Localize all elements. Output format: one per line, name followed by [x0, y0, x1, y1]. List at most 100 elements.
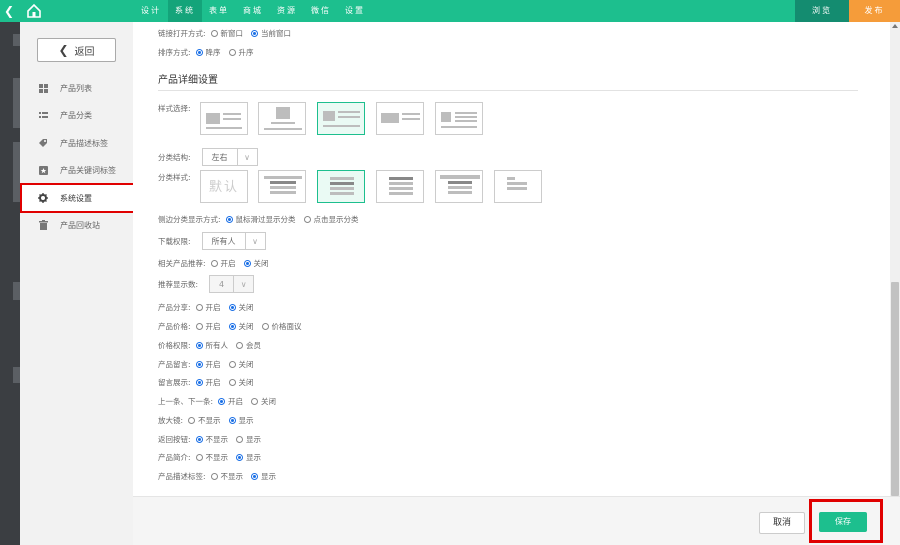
option-on[interactable]: 开启 [210, 258, 236, 269]
cancel-button[interactable]: 取消 [759, 512, 805, 534]
radio[interactable] [195, 322, 203, 330]
radio[interactable] [188, 416, 196, 424]
nav-wechat[interactable]: 微信 [304, 0, 338, 22]
option-negotiable[interactable]: 价格面议 [261, 321, 302, 332]
radio[interactable] [195, 303, 203, 311]
option-on[interactable]: 开启 [195, 321, 221, 332]
radio-checked[interactable] [195, 341, 203, 349]
option-off[interactable]: 关闭 [228, 359, 254, 370]
radio[interactable] [210, 259, 218, 267]
radio-checked[interactable] [195, 435, 203, 443]
option-off[interactable]: 关闭 [228, 377, 254, 388]
option-click[interactable]: 点击显示分类 [303, 214, 359, 225]
download-permission-select[interactable]: 所有人 ∨ [201, 232, 266, 250]
sort-row: 排序方式: 降序 升序 [158, 47, 254, 58]
style-thumb-4[interactable] [376, 102, 424, 135]
option-show[interactable]: 显示 [228, 415, 254, 426]
option-show[interactable]: 显示 [236, 452, 261, 463]
option-on[interactable]: 开启 [195, 359, 221, 370]
tag-icon [38, 138, 48, 148]
option-hide[interactable]: 不显示 [195, 452, 228, 463]
category-style-5[interactable] [435, 170, 483, 203]
option-hide[interactable]: 不显示 [188, 415, 221, 426]
radio-checked[interactable] [195, 360, 203, 368]
sidebar-item-recycle-bin[interactable]: 产品回收站 [20, 214, 133, 236]
option-off[interactable]: 关闭 [228, 321, 254, 332]
scrollbar[interactable] [890, 22, 900, 496]
nav-form[interactable]: 表单 [202, 0, 236, 22]
radio-checked[interactable] [236, 453, 244, 461]
radio[interactable] [236, 341, 244, 349]
option-hide[interactable]: 不显示 [195, 434, 228, 445]
chevron-down-icon: ∨ [236, 149, 257, 165]
back-arrow-icon[interactable]: ❮ [4, 3, 16, 19]
sidebar-item-product-category[interactable]: 产品分类 [20, 104, 133, 126]
option-off[interactable]: 关闭 [251, 396, 276, 407]
category-style-4[interactable] [376, 170, 424, 203]
radio[interactable] [251, 397, 259, 405]
radio-checked[interactable] [195, 48, 203, 56]
preview-button[interactable]: 浏览 [795, 0, 849, 22]
option-everyone[interactable]: 所有人 [195, 340, 228, 351]
radio-checked[interactable] [225, 215, 233, 223]
option-current-window[interactable]: 当前窗口 [251, 28, 291, 39]
option-off[interactable]: 关闭 [228, 302, 254, 313]
radio[interactable] [303, 215, 311, 223]
scrollbar-thumb[interactable] [891, 282, 899, 496]
radio-checked[interactable] [218, 397, 226, 405]
radio[interactable] [228, 378, 236, 386]
star-tag-icon [38, 165, 48, 175]
radio[interactable] [261, 322, 269, 330]
radio[interactable] [210, 29, 218, 37]
scroll-up-icon[interactable] [892, 24, 898, 28]
sidebar-item-product-list[interactable]: 产品列表 [20, 77, 133, 99]
recommend-count-select[interactable]: 4 ∨ [209, 275, 255, 293]
radio[interactable] [195, 453, 203, 461]
nav-mall[interactable]: 商城 [236, 0, 270, 22]
radio-checked[interactable] [251, 472, 259, 480]
option-show[interactable]: 显示 [236, 434, 261, 445]
nav-resource[interactable]: 资源 [270, 0, 304, 22]
option-new-window[interactable]: 新窗口 [210, 28, 243, 39]
nav-system[interactable]: 系统 [168, 0, 202, 22]
option-show[interactable]: 显示 [251, 471, 276, 482]
radio[interactable] [210, 472, 218, 480]
nav-settings[interactable]: 设置 [338, 0, 372, 22]
option-hide[interactable]: 不显示 [210, 471, 243, 482]
radio[interactable] [236, 435, 244, 443]
category-style-3[interactable] [317, 170, 365, 203]
option-on[interactable]: 开启 [195, 377, 221, 388]
style-thumb-2[interactable] [258, 102, 306, 135]
category-style-6[interactable] [494, 170, 542, 203]
style-thumb-3[interactable] [317, 102, 365, 135]
publish-button[interactable]: 发布 [849, 0, 900, 22]
option-hover[interactable]: 鼠标滑过显示分类 [225, 214, 296, 225]
sidebar-item-system-settings[interactable]: 系统设置 [20, 183, 139, 213]
style-thumb-5[interactable] [435, 102, 483, 135]
radio-checked[interactable] [228, 303, 236, 311]
magnifier-row: 放大镜: 不显示 显示 [158, 415, 254, 426]
back-button[interactable]: ❮ 返回 [37, 38, 116, 62]
radio-checked[interactable] [228, 416, 236, 424]
option-desc[interactable]: 降序 [195, 47, 221, 58]
radio-checked[interactable] [243, 259, 251, 267]
option-off[interactable]: 关闭 [243, 258, 269, 269]
category-structure-select[interactable]: 左右 ∨ [201, 148, 258, 166]
category-style-2[interactable] [258, 170, 306, 203]
style-thumb-1[interactable] [200, 102, 248, 135]
home-icon[interactable] [26, 3, 42, 19]
option-member[interactable]: 会员 [236, 340, 261, 351]
option-on[interactable]: 开启 [195, 302, 221, 313]
radio-checked[interactable] [228, 322, 236, 330]
radio-checked[interactable] [195, 378, 203, 386]
category-style-default[interactable]: 默认 [200, 170, 248, 203]
radio[interactable] [228, 48, 236, 56]
option-on[interactable]: 开启 [218, 396, 243, 407]
sidebar-item-desc-tags[interactable]: 产品描述标签 [20, 132, 133, 154]
nav-design[interactable]: 设计 [134, 0, 168, 22]
sidebar-item-keyword-tags[interactable]: 产品关键词标签 [20, 159, 133, 181]
save-button[interactable]: 保存 [819, 512, 867, 532]
radio-checked[interactable] [251, 29, 259, 37]
radio[interactable] [228, 360, 236, 368]
option-asc[interactable]: 升序 [228, 47, 254, 58]
